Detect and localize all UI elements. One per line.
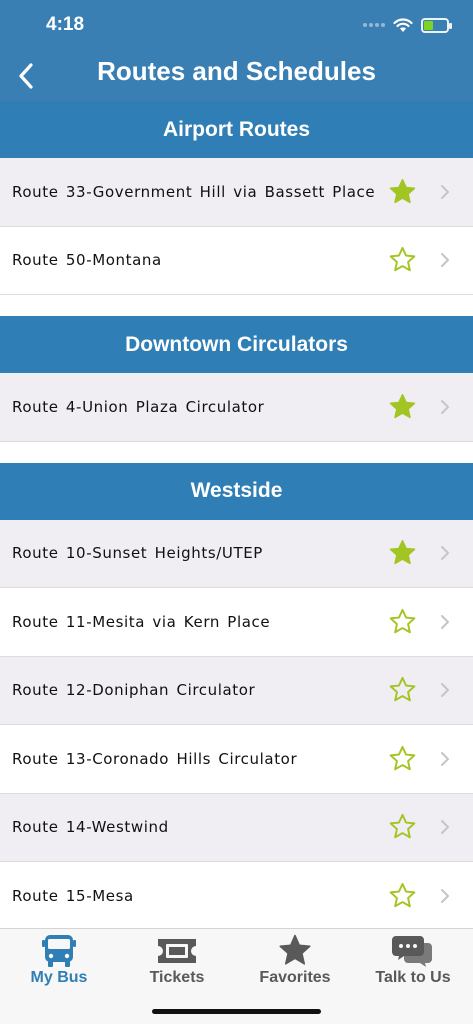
favorite-star-outline-icon[interactable]: [388, 882, 417, 910]
route-row[interactable]: Route 50-Montana: [0, 226, 473, 295]
tab-talk-to-us[interactable]: Talk to Us: [354, 929, 472, 989]
route-row[interactable]: Route 12-Doniphan Circulator: [0, 656, 473, 725]
favorite-star-outline-icon[interactable]: [388, 745, 417, 773]
route-label: Route 4-Union Plaza Circulator: [12, 397, 265, 416]
tab-label: Talk to Us: [375, 969, 451, 986]
route-label: Route 50-Montana: [12, 251, 162, 270]
app-header: 4:18 Routes and Schedules: [0, 0, 473, 101]
chevron-right-icon: [441, 888, 449, 903]
tab-label: My Bus: [30, 969, 88, 986]
chevron-right-icon: [441, 253, 449, 268]
home-indicator: [152, 1009, 321, 1014]
route-row[interactable]: Route 11-Mesita via Kern Place: [0, 588, 473, 657]
status-time: 4:18: [46, 14, 85, 35]
wifi-icon: [393, 17, 413, 32]
bus-icon: [42, 934, 76, 967]
favorite-star-outline-icon[interactable]: [388, 246, 417, 274]
routes-list: Airport Routes Route 33-Government Hill …: [0, 101, 473, 931]
section-header: Westside: [0, 462, 473, 520]
route-label: Route 10-Sunset Heights/UTEP: [12, 544, 263, 563]
ticket-icon: [158, 938, 196, 963]
section-spacer: [0, 441, 473, 463]
chevron-right-icon: [441, 614, 449, 629]
favorite-star-filled-icon[interactable]: [388, 539, 417, 567]
route-label: Route 15-Mesa: [12, 886, 134, 905]
favorite-star-outline-icon[interactable]: [388, 608, 417, 636]
chevron-right-icon: [441, 399, 449, 414]
route-row[interactable]: Route 14-Westwind: [0, 793, 473, 862]
route-label: Route 13-Coronado Hills Circulator: [12, 749, 298, 768]
route-row[interactable]: Route 13-Coronado Hills Circulator: [0, 725, 473, 794]
signal-icon: [363, 23, 385, 27]
route-row[interactable]: Route 4-Union Plaza Circulator: [0, 373, 473, 442]
route-label: Route 33-Government Hill via Bassett Pla…: [12, 182, 376, 201]
route-row[interactable]: Route 15-Mesa: [0, 862, 473, 931]
route-label: Route 12-Doniphan Circulator: [12, 681, 256, 700]
status-icons: [363, 16, 452, 34]
section-spacer: [0, 295, 473, 316]
tab-tickets[interactable]: Tickets: [118, 929, 236, 989]
tab-favorites[interactable]: Favorites: [236, 929, 354, 989]
route-label: Route 11-Mesita via Kern Place: [12, 612, 271, 631]
battery-icon: [421, 17, 452, 33]
route-label: Route 14-Westwind: [12, 818, 169, 837]
page-title: Routes and Schedules: [97, 56, 376, 86]
section-header: Airport Routes: [0, 101, 473, 158]
tab-label: Tickets: [149, 969, 205, 986]
chevron-right-icon: [441, 184, 449, 199]
section-header: Downtown Circulators: [0, 316, 473, 373]
chevron-right-icon: [441, 546, 449, 561]
tab-my-bus[interactable]: My Bus: [0, 929, 118, 989]
favorite-star-outline-icon[interactable]: [388, 813, 417, 841]
tab-label: Favorites: [259, 969, 331, 986]
route-row[interactable]: Route 10-Sunset Heights/UTEP: [0, 519, 473, 588]
favorite-star-filled-icon[interactable]: [388, 178, 417, 206]
route-row[interactable]: Route 33-Government Hill via Bassett Pla…: [0, 158, 473, 227]
chat-bubbles-icon: [392, 935, 432, 967]
chevron-right-icon: [441, 820, 449, 835]
star-icon: [279, 934, 311, 965]
chevron-right-icon: [441, 683, 449, 698]
favorite-star-filled-icon[interactable]: [388, 393, 417, 421]
favorite-star-outline-icon[interactable]: [388, 676, 417, 704]
chevron-right-icon: [441, 751, 449, 766]
